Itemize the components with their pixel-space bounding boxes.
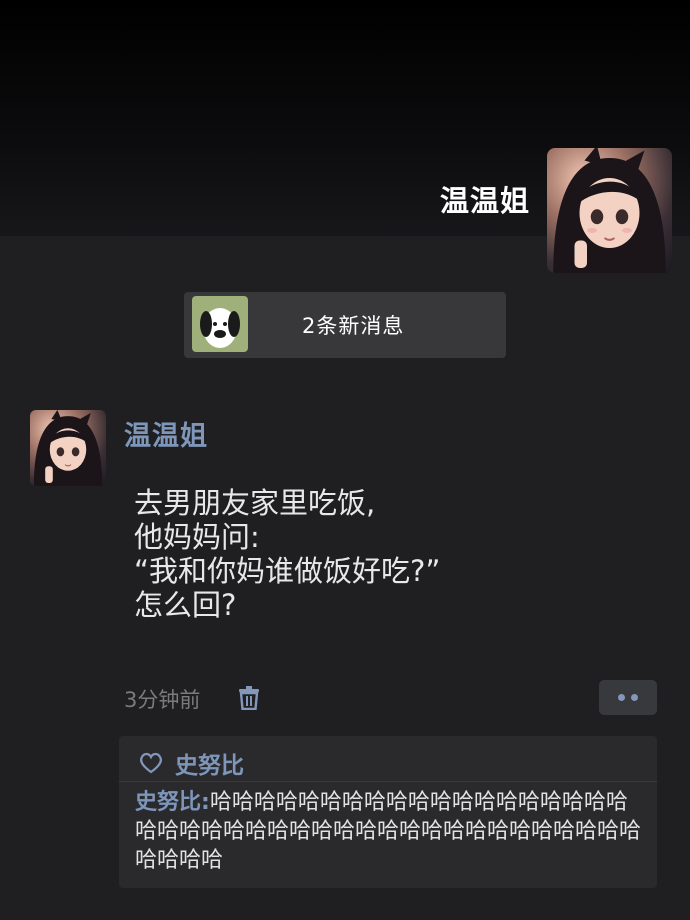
post-author-avatar[interactable]	[30, 410, 106, 486]
comment-author[interactable]: 史努比:	[135, 790, 210, 815]
heart-icon	[140, 752, 162, 774]
notice-avatar	[192, 296, 248, 352]
new-messages-notice[interactable]: 2条新消息	[184, 292, 506, 358]
comment-item[interactable]: 史努比:哈哈哈哈哈哈哈哈哈哈哈哈哈哈哈哈哈哈哈哈哈哈哈哈哈哈哈哈哈哈哈哈哈哈哈哈…	[135, 788, 645, 875]
cover-avatar[interactable]	[547, 148, 672, 273]
notice-text: 2条新消息	[302, 314, 405, 338]
more-dots-icon[interactable]	[599, 680, 657, 715]
trash-icon[interactable]	[238, 686, 260, 710]
post-line: 怎么回?	[134, 588, 237, 622]
like-user-name[interactable]: 史努比	[175, 746, 244, 780]
dot	[631, 694, 638, 701]
cover-username: 温温姐	[439, 184, 530, 218]
post-timestamp: 3分钟前	[124, 688, 201, 712]
interaction-box: 史努比 史努比:哈哈哈哈哈哈哈哈哈哈哈哈哈哈哈哈哈哈哈哈哈哈哈哈哈哈哈哈哈哈哈哈…	[119, 736, 657, 888]
dot	[618, 694, 625, 701]
post-content: 去男朋友家里吃饭, 他妈妈问: “我和你妈谁做饭好吃?” 怎么回?	[134, 486, 654, 622]
divider	[119, 781, 657, 782]
post-line: 他妈妈问:	[134, 520, 260, 554]
post-author-name[interactable]: 温温姐	[124, 414, 208, 453]
comment-text: 哈哈哈哈哈哈哈哈哈哈哈哈哈哈哈哈哈哈哈哈哈哈哈哈哈哈哈哈哈哈哈哈哈哈哈哈哈哈哈哈…	[135, 790, 642, 873]
post-line: 去男朋友家里吃饭,	[134, 486, 376, 520]
post-line: “我和你妈谁做饭好吃?”	[134, 554, 441, 588]
